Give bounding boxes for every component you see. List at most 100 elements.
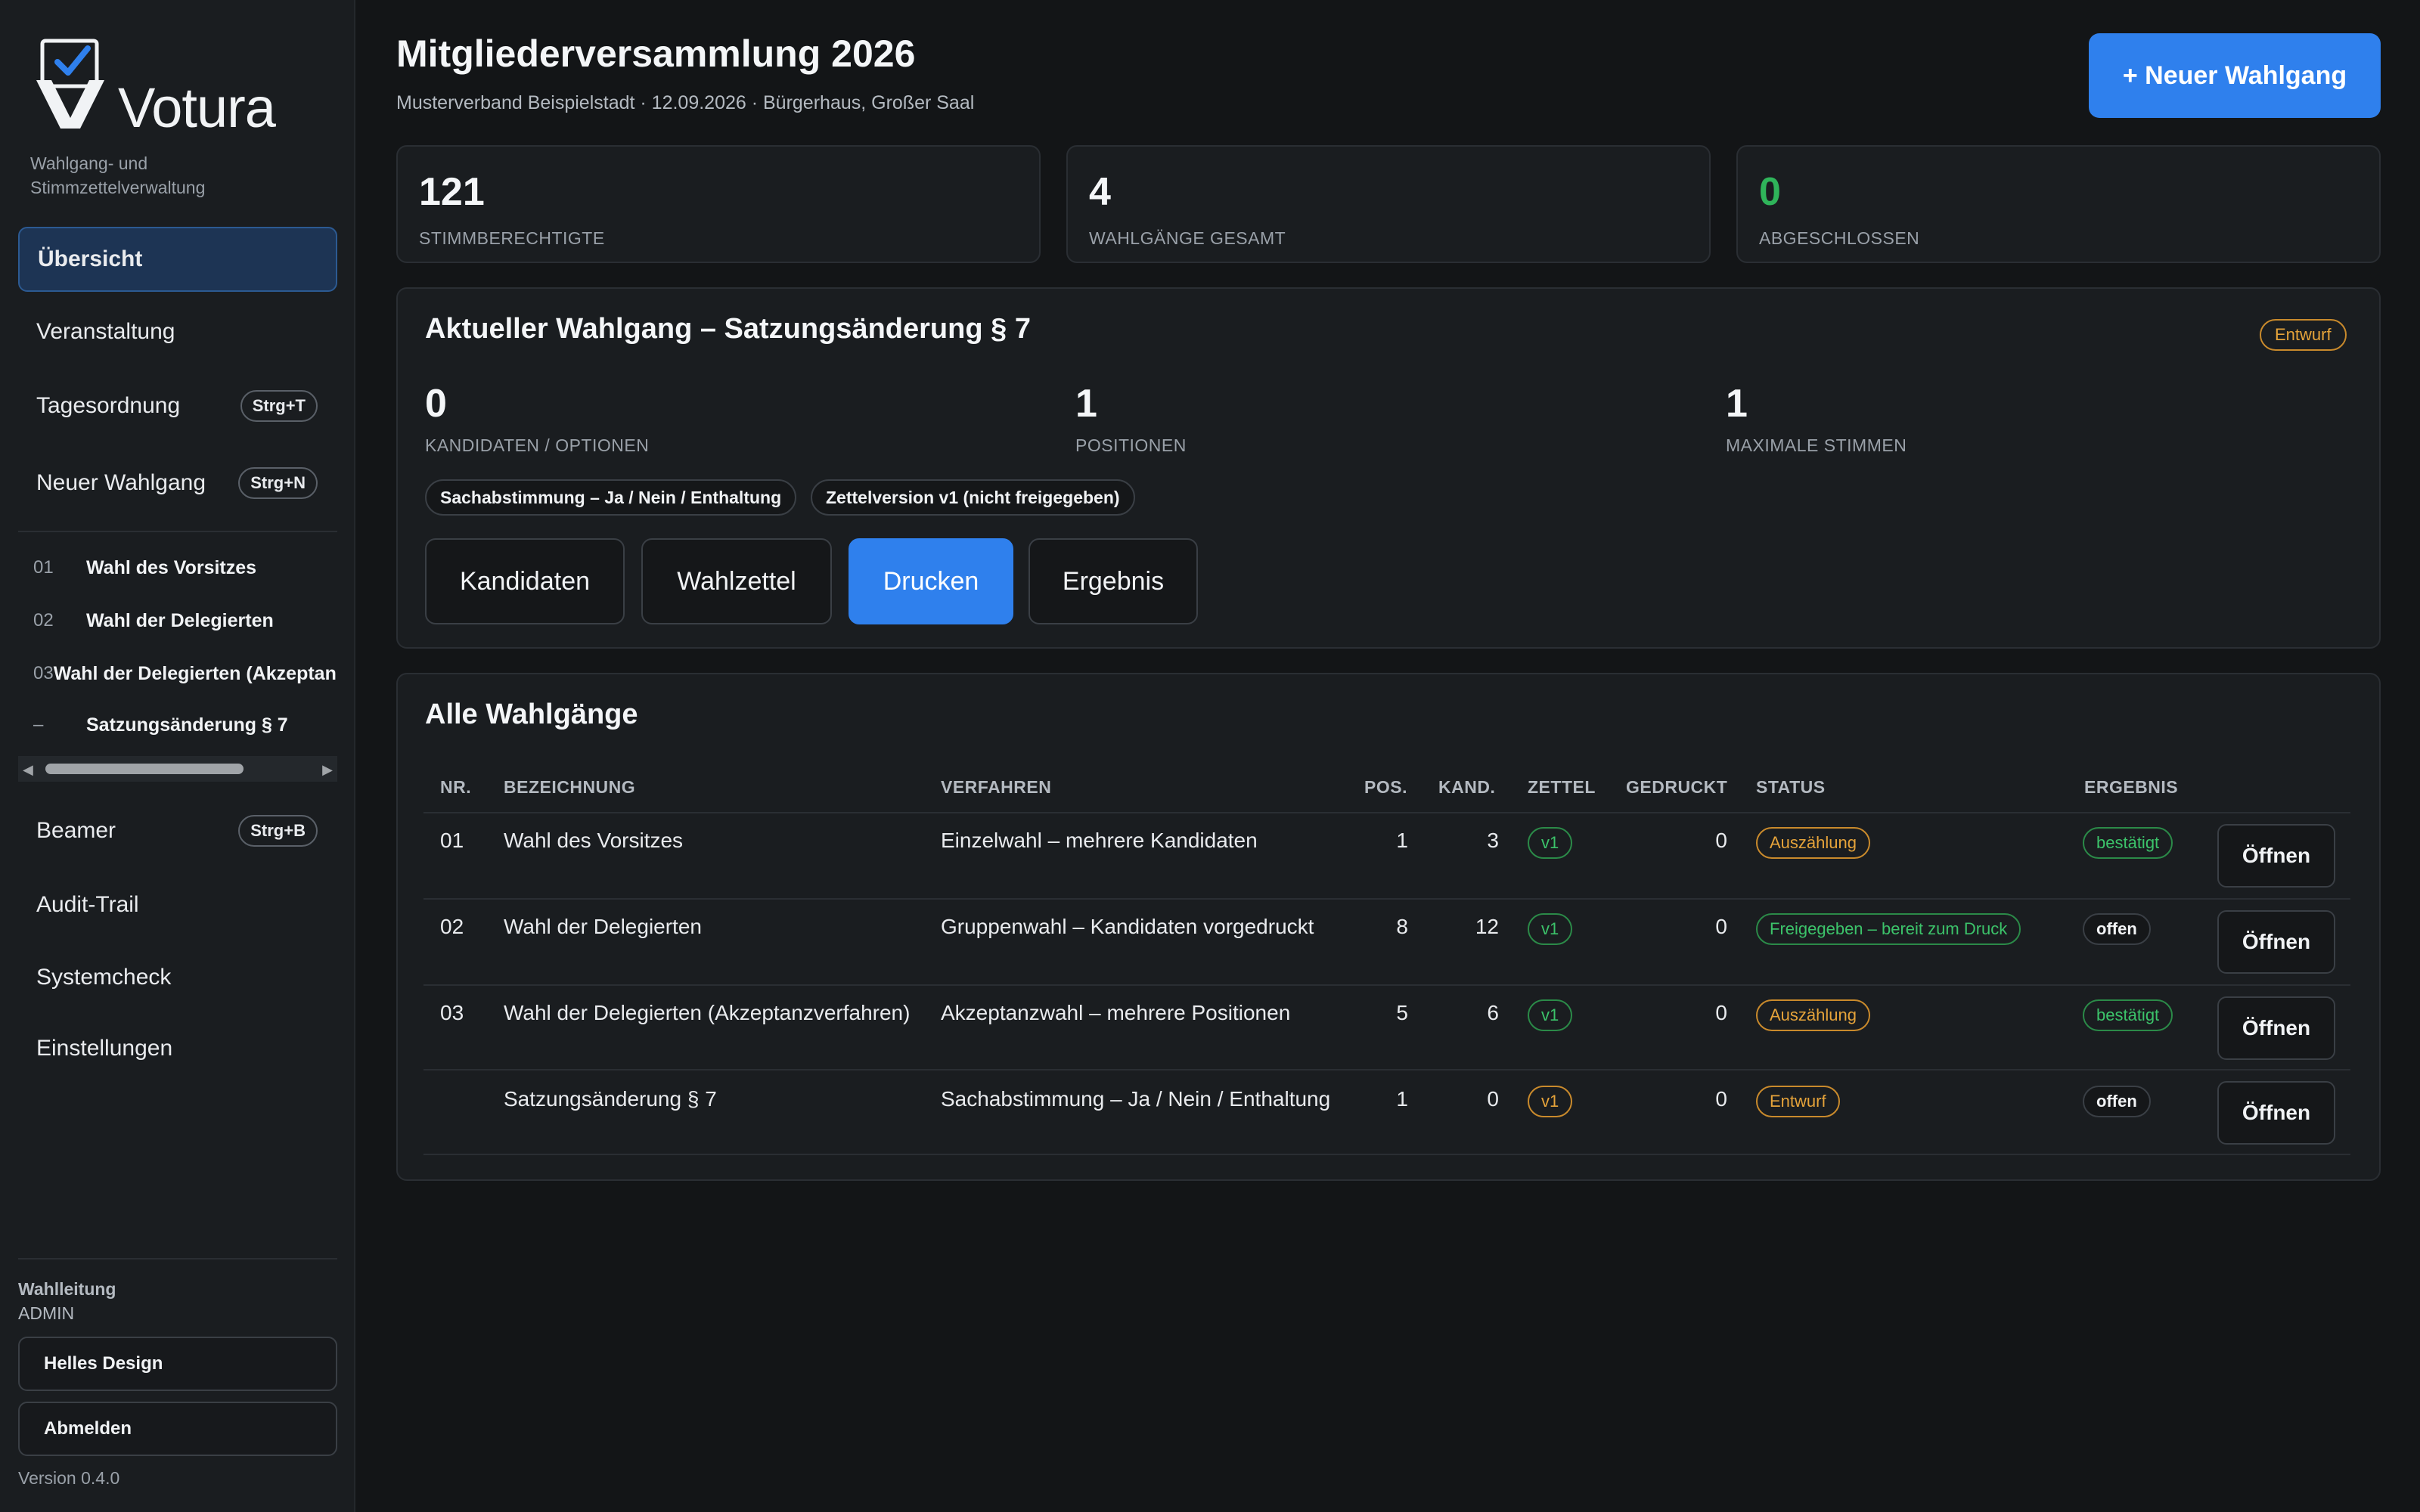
nav-label: Einstellungen <box>36 1036 173 1061</box>
scrollbar-thumb[interactable] <box>45 764 244 774</box>
nav-label: Tagesordnung <box>36 393 181 418</box>
open-button[interactable]: Öffnen <box>2217 824 2335 888</box>
col-header-nr: NR. <box>440 777 472 797</box>
status-pill: Freigegeben – bereit zum Druck <box>1756 913 2021 945</box>
result-pill: offen <box>2083 913 2151 945</box>
nav-new-ballot[interactable]: Neuer Wahlgang Strg+N <box>18 451 337 516</box>
theme-toggle-button[interactable]: Helles Design <box>18 1337 337 1391</box>
row-divider <box>424 1154 2350 1155</box>
stat-label: STIMMBERECHTIGTE <box>419 228 605 248</box>
cell-method: Akzeptanzwahl – mehrere Positionen <box>941 1001 1291 1024</box>
candidates-button[interactable]: Kandidaten <box>425 538 625 624</box>
cell-name: Wahl der Delegierten (Akzeptanzverfahren… <box>504 1001 911 1024</box>
nav-label: Beamer <box>36 818 116 843</box>
stat-card-ballots: 4 WAHLGÄNGE GESAMT <box>1066 145 1711 263</box>
cell-name: Wahl des Vorsitzes <box>504 829 684 852</box>
divider <box>18 1258 337 1259</box>
zettel-version-pill: v1 <box>1528 999 1573 1031</box>
nav-event[interactable]: Veranstaltung <box>18 299 337 364</box>
table-title: Alle Wahlgänge <box>425 699 638 730</box>
ballot-label: Wahl der Delegierten <box>86 609 274 631</box>
col-header-method: VERFAHREN <box>941 777 1052 797</box>
row-divider <box>424 898 2350 900</box>
open-button[interactable]: Öffnen <box>2217 996 2335 1060</box>
col-header-kand: KAND. <box>1438 777 1496 797</box>
ballot-label: Wahl des Vorsitzes <box>86 556 257 578</box>
divider <box>18 531 337 532</box>
result-button[interactable]: Ergebnis <box>1028 538 1198 624</box>
col-header-result: ERGEBNIS <box>2084 777 2179 797</box>
shortcut-badge: Strg+N <box>238 467 318 499</box>
app-tagline: Wahlgang- und Stimmzettelverwaltung <box>30 153 206 197</box>
app-name: Votura <box>118 76 276 139</box>
page-title: Mitgliederversammlung 2026 <box>396 33 916 75</box>
cell-kand: 0 <box>1487 1087 1499 1111</box>
page-subtitle: Musterverband Beispielstadt · 12.09.2026… <box>396 92 975 113</box>
open-button[interactable]: Öffnen <box>2217 1081 2335 1145</box>
cell-nr: 02 <box>440 915 464 938</box>
nav-agenda[interactable]: Tagesordnung Strg+T <box>18 373 337 438</box>
print-button[interactable]: Drucken <box>849 538 1013 624</box>
ballot-num: – <box>33 714 44 735</box>
metric-label: KANDIDATEN / OPTIONEN <box>425 435 650 455</box>
ballot-num: 01 <box>33 557 54 578</box>
cell-pos: 5 <box>1396 1001 1408 1024</box>
nav-label: Audit-Trail <box>36 892 139 917</box>
cell-kand: 12 <box>1475 915 1499 938</box>
cell-method: Gruppenwahl – Kandidaten vorgedruckt <box>941 915 1314 938</box>
cell-method: Einzelwahl – mehrere Kandidaten <box>941 829 1258 852</box>
nav-beamer[interactable]: Beamer Strg+B <box>18 798 337 863</box>
ballot-paper-button[interactable]: Wahlzettel <box>641 538 832 624</box>
row-divider <box>424 812 2350 813</box>
cell-printed: 0 <box>1715 829 1727 852</box>
ballot-label: Satzungsänderung § 7 <box>86 714 288 736</box>
nav-settings[interactable]: Einstellungen <box>18 1016 337 1081</box>
sidebar-ballot-03[interactable]: 03 Wahl der Delegierten (Akzeptanzverfah… <box>33 655 336 692</box>
metric-label: POSITIONEN <box>1075 435 1187 455</box>
zettel-version-pill: v1 <box>1528 1086 1573 1117</box>
nav-systemcheck[interactable]: Systemcheck <box>18 945 337 1010</box>
open-button[interactable]: Öffnen <box>2217 910 2335 974</box>
sidebar-ballot-01[interactable]: 01 Wahl des Vorsitzes <box>33 549 336 587</box>
user-role: Wahlleitung <box>18 1279 116 1299</box>
nav-label: Veranstaltung <box>36 319 175 344</box>
cell-kand: 6 <box>1487 1001 1499 1024</box>
result-pill: bestätigt <box>2083 827 2173 859</box>
ballot-num: 02 <box>33 610 54 631</box>
scroll-right-icon[interactable]: ▶ <box>322 762 333 778</box>
sidebar: Votura Wahlgang- und Stimmzettelverwaltu… <box>0 0 355 1512</box>
logout-button[interactable]: Abmelden <box>18 1402 337 1456</box>
cell-pos: 8 <box>1396 915 1408 938</box>
metric-label: MAXIMALE STIMMEN <box>1726 435 1907 455</box>
sidebar-ballot-02[interactable]: 02 Wahl der Delegierten <box>33 602 336 640</box>
cell-pos: 1 <box>1396 829 1408 852</box>
stat-card-voters: 121 STIMMBERECHTIGTE <box>396 145 1041 263</box>
cell-printed: 0 <box>1715 1087 1727 1111</box>
status-pill: Auszählung <box>1756 827 1870 859</box>
scroll-left-icon[interactable]: ◀ <box>23 762 33 778</box>
cell-pos: 1 <box>1396 1087 1408 1111</box>
nav-audit-trail[interactable]: Audit-Trail <box>18 872 337 937</box>
current-ballot-title: Aktueller Wahlgang – Satzungsänderung § … <box>425 313 1031 345</box>
metric-value: 1 <box>1726 382 1748 426</box>
col-header-printed: GEDRUCKT <box>1626 777 1728 797</box>
cell-kand: 3 <box>1487 829 1499 852</box>
status-badge: Entwurf <box>2260 319 2347 351</box>
col-header-pos: POS. <box>1364 777 1407 797</box>
nav-label: Übersicht <box>38 246 143 271</box>
stat-value: 121 <box>419 170 485 214</box>
status-pill: Entwurf <box>1756 1086 1840 1117</box>
nav-overview[interactable]: Übersicht <box>18 227 337 292</box>
row-divider <box>424 1069 2350 1070</box>
cell-printed: 0 <box>1715 915 1727 938</box>
cell-nr: 01 <box>440 829 464 852</box>
sidebar-ballot-04[interactable]: – Satzungsänderung § 7 <box>33 706 336 744</box>
cell-nr: 03 <box>440 1001 464 1024</box>
ballot-num: 03 <box>33 663 54 683</box>
zettel-version-pill: v1 <box>1528 827 1573 859</box>
horizontal-scrollbar[interactable]: ◀ ▶ <box>18 756 337 782</box>
status-pill: Auszählung <box>1756 999 1870 1031</box>
new-ballot-button[interactable]: + Neuer Wahlgang <box>2089 33 2381 118</box>
ballot-label: Wahl der Delegierten (Akzeptanzverfahren… <box>53 662 336 684</box>
cell-name: Wahl der Delegierten <box>504 915 702 938</box>
